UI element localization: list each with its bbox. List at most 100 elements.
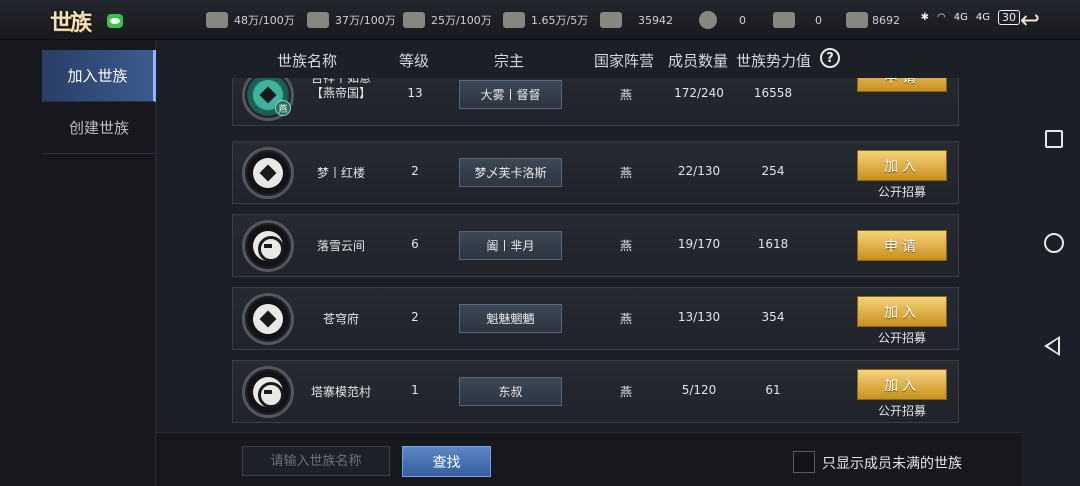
header-name: 世族名称 bbox=[277, 52, 338, 70]
clan-leader[interactable]: 魁魅魍魉 bbox=[459, 304, 562, 333]
apply-button[interactable]: 申请 bbox=[857, 78, 947, 92]
header-members: 成员数量 bbox=[668, 52, 729, 70]
wechat-icon[interactable] bbox=[107, 14, 123, 28]
clan-power: 61 bbox=[765, 383, 781, 397]
clan-nation: 燕 bbox=[619, 166, 632, 180]
header-power: 世族势力值 bbox=[736, 52, 812, 70]
clan-level: 6 bbox=[411, 237, 419, 251]
wifi-icon: ◠ bbox=[937, 12, 946, 23]
search-button[interactable]: 查找 bbox=[402, 446, 491, 477]
bluetooth-icon: ✱ bbox=[920, 12, 930, 23]
android-nav-bar bbox=[1022, 40, 1080, 486]
clan-name-line2: 【燕帝国】 bbox=[310, 86, 371, 100]
gold-icon bbox=[773, 12, 795, 28]
clan-name: 吉祥丨如意 【燕帝国】 bbox=[303, 78, 379, 101]
top-bar: 世族 48万/100万 37万/100万 25万/100万 1.65万/5万 3… bbox=[0, 0, 1080, 40]
coin-icon bbox=[699, 11, 717, 29]
clan-name: 苍穹府 bbox=[322, 312, 359, 326]
emblem-nation-tag: 燕 bbox=[275, 100, 291, 116]
clan-leader[interactable]: 东叔 bbox=[459, 377, 562, 406]
open-recruit-label: 公开招募 bbox=[877, 185, 926, 199]
help-icon[interactable]: ? bbox=[820, 48, 840, 68]
header-level: 等级 bbox=[399, 52, 430, 70]
clan-list[interactable]: 燕 吉祥丨如意 【燕帝国】 13 大雾丨督督 燕 172/240 16558 申… bbox=[232, 78, 960, 432]
clan-level: 2 bbox=[411, 310, 419, 324]
back-icon[interactable] bbox=[1044, 336, 1060, 356]
clan-emblem bbox=[242, 293, 294, 345]
clan-members: 19/170 bbox=[677, 237, 721, 251]
header-nation: 国家阵营 bbox=[594, 52, 655, 70]
apply-button[interactable]: 申请 bbox=[857, 230, 947, 261]
clan-power: 1618 bbox=[757, 237, 789, 251]
resource-iron: 1.65万/5万 bbox=[503, 10, 588, 30]
clan-name-line1: 吉祥丨如意 bbox=[310, 78, 371, 85]
clan-level: 2 bbox=[411, 164, 419, 178]
stone-icon bbox=[403, 12, 425, 28]
clan-leader[interactable]: 大雾丨督督 bbox=[459, 80, 562, 109]
table-row: 塔寨模范村 1 东叔 燕 5/120 61 加入 公开招募 bbox=[232, 360, 959, 423]
clan-emblem bbox=[242, 220, 294, 272]
resource-coin-value: 0 bbox=[739, 13, 746, 27]
order-icon bbox=[600, 12, 622, 28]
join-button[interactable]: 加入 bbox=[857, 369, 947, 400]
clan-members: 22/130 bbox=[677, 164, 721, 178]
resource-stone: 25万/100万 bbox=[403, 10, 492, 30]
clan-name: 梦丨红楼 bbox=[316, 166, 365, 180]
system-status: ✱ ◠ 4G 4G 30 bbox=[921, 10, 1020, 25]
wood-icon bbox=[307, 12, 329, 28]
clan-emblem: 燕 bbox=[242, 78, 294, 121]
flower-emblem-icon bbox=[253, 304, 283, 334]
network-signal-1: 4G bbox=[953, 12, 968, 23]
clan-leader[interactable]: 梦乄芙卡洛斯 bbox=[459, 158, 562, 187]
clan-name: 落雪云间 bbox=[316, 239, 365, 253]
clan-members: 5/120 bbox=[681, 383, 717, 397]
clan-leader[interactable]: 阖丨芈月 bbox=[459, 231, 562, 260]
back-arrow-icon[interactable]: ↩ bbox=[1020, 6, 1062, 34]
resource-coin: 0 bbox=[699, 10, 746, 30]
resource-gold: 0 bbox=[773, 10, 822, 30]
clan-members: 172/240 bbox=[674, 86, 724, 100]
clan-level: 13 bbox=[407, 86, 423, 100]
table-row: 燕 吉祥丨如意 【燕帝国】 13 大雾丨督督 燕 172/240 16558 申… bbox=[232, 78, 959, 126]
clan-nation: 燕 bbox=[619, 312, 632, 326]
resource-order: 35942 bbox=[600, 10, 673, 30]
clan-search-input[interactable] bbox=[242, 446, 390, 476]
clan-emblem bbox=[242, 366, 294, 418]
table-row: 梦丨红楼 2 梦乄芙卡洛斯 燕 22/130 254 加入 公开招募 bbox=[232, 141, 959, 204]
resource-iron-value: 1.65万/5万 bbox=[531, 14, 589, 27]
clan-name: 塔寨模范村 bbox=[310, 385, 371, 399]
join-button[interactable]: 加入 bbox=[857, 150, 947, 181]
clan-power: 16558 bbox=[753, 86, 793, 100]
clan-power: 354 bbox=[761, 310, 785, 324]
resource-wood-value: 37万/100万 bbox=[335, 14, 396, 27]
network-signal-2: 4G bbox=[975, 12, 990, 23]
open-recruit-label: 公开招募 bbox=[877, 331, 926, 345]
resource-wood: 37万/100万 bbox=[307, 10, 396, 30]
iron-icon bbox=[503, 12, 525, 28]
ring-emblem-icon bbox=[253, 231, 284, 262]
join-button[interactable]: 加入 bbox=[857, 296, 947, 327]
table-row: 落雪云间 6 阖丨芈月 燕 19/170 1618 申请 bbox=[232, 214, 959, 277]
filter-not-full-checkbox[interactable] bbox=[793, 451, 815, 473]
table-row: 苍穹府 2 魁魅魍魉 燕 13/130 354 加入 公开招募 bbox=[232, 287, 959, 350]
clan-level: 1 bbox=[411, 383, 419, 397]
header-leader: 宗主 bbox=[494, 52, 525, 70]
silver-icon bbox=[846, 12, 868, 28]
clan-nation: 燕 bbox=[619, 88, 632, 102]
clan-emblem bbox=[242, 147, 294, 199]
recent-apps-icon[interactable] bbox=[1045, 130, 1063, 148]
flower-emblem-icon bbox=[253, 158, 283, 188]
home-icon[interactable] bbox=[1044, 233, 1064, 253]
game-logo: 世族 bbox=[50, 10, 92, 36]
table-header: 世族名称 等级 宗主 国家阵营 成员数量 世族势力值 ? bbox=[156, 40, 980, 78]
resource-stone-value: 25万/100万 bbox=[431, 14, 492, 27]
resource-grain-value: 48万/100万 bbox=[234, 14, 295, 27]
open-recruit-label: 公开招募 bbox=[877, 404, 926, 418]
filter-not-full-label: 只显示成员未满的世族 bbox=[822, 456, 962, 472]
resource-silver-value: 8692 bbox=[872, 13, 900, 27]
clan-members: 13/130 bbox=[677, 310, 721, 324]
clan-nation: 燕 bbox=[619, 385, 632, 399]
resource-grain: 48万/100万 bbox=[206, 10, 295, 30]
sidebar-item-create-clan[interactable]: 创建世族 bbox=[42, 102, 156, 154]
sidebar-item-join-clan[interactable]: 加入世族 bbox=[42, 50, 156, 102]
